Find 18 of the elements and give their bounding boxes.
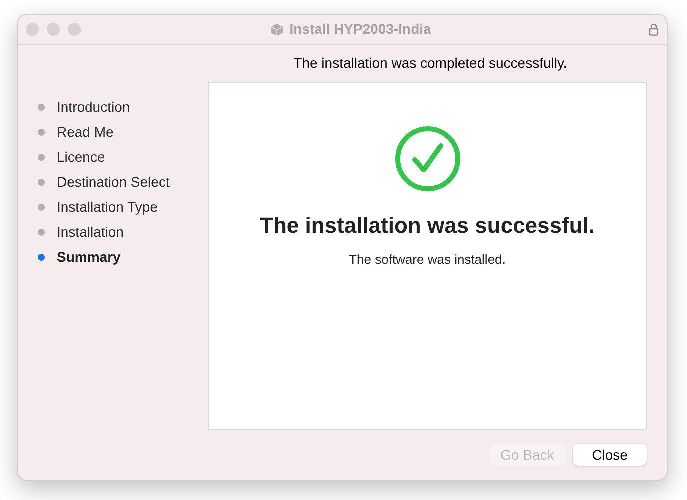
result-title: The installation was successful.	[260, 212, 595, 240]
package-icon	[268, 22, 285, 36]
step-label: Installation Type	[57, 198, 158, 217]
minimize-window-control[interactable]	[47, 23, 60, 36]
lock-icon	[649, 23, 659, 36]
step-label: Installation	[57, 223, 124, 242]
close-button[interactable]: Close	[573, 444, 647, 466]
result-message: The software was installed.	[349, 251, 506, 269]
zoom-window-control[interactable]	[68, 23, 81, 36]
step-label: Read Me	[57, 123, 114, 142]
step-label: Licence	[57, 148, 106, 167]
checkmark-icon	[394, 126, 460, 192]
window-title: Install HYP2003-India	[290, 20, 432, 39]
status-heading: The installation was completed successfully.	[292, 54, 568, 73]
step-label: Summary	[57, 248, 121, 267]
close-window-control[interactable]	[26, 23, 39, 36]
step-label: Introduction	[57, 98, 130, 117]
step-label: Destination Select	[57, 173, 170, 192]
